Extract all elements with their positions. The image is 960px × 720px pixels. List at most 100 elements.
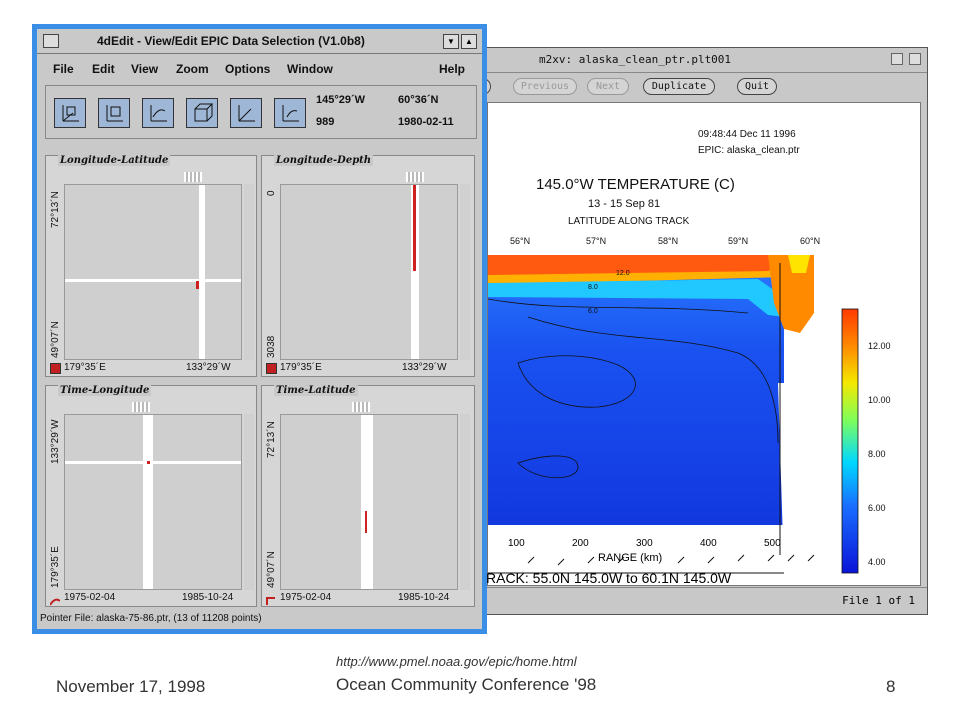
plot-epic-file: EPIC: alaska_clean.ptr <box>698 145 800 156</box>
time-band <box>361 415 373 589</box>
readout-date: 1980-02-11 <box>398 116 454 128</box>
time-curve-icon[interactable] <box>266 593 276 605</box>
menu-window[interactable]: Window <box>287 62 333 76</box>
readout-latitude: 60°36´N <box>398 94 439 106</box>
reset-zoom-icon[interactable] <box>50 363 61 374</box>
longitude-latitude-panel: Longitude-Latitude 72°13´N 49°07´N 179°3… <box>45 155 257 377</box>
y-axis-bottom: 3038 <box>266 335 277 358</box>
m2xv-title: m2xv: alaska_clean_ptr.plt001 <box>539 53 732 66</box>
range-tick: 200 <box>572 538 589 549</box>
time-longitude-plot[interactable] <box>64 414 242 590</box>
quit-button[interactable]: Quit <box>737 78 777 95</box>
top-tick: 58°N <box>658 236 678 246</box>
range-tick: 300 <box>636 538 653 549</box>
range-axis-label: RANGE (km) <box>598 552 663 564</box>
y-axis-top: 0 <box>266 190 277 196</box>
m2xv-status-bar: File 1 of 1 <box>479 587 927 614</box>
time-curve-icon[interactable] <box>49 593 61 606</box>
y-axis-top: 133°29´W <box>50 419 61 464</box>
longitude-band <box>199 185 205 359</box>
selected-points <box>196 281 199 289</box>
colorbar-tick: 8.00 <box>868 449 886 459</box>
conference-name: Ocean Community Conference '98 <box>336 675 597 694</box>
epic-url[interactable]: http://www.pmel.noaa.gov/epic/home.html <box>336 654 577 669</box>
longitude-band <box>65 461 241 464</box>
xyz-axes-icon[interactable] <box>54 98 86 128</box>
longitude-depth-panel: Longitude-Depth 0 3038 179°35´E 133°29´W <box>261 155 475 377</box>
menu-file[interactable]: File <box>53 62 74 76</box>
menu-options[interactable]: Options <box>225 62 270 76</box>
previous-button[interactable]: Previous <box>513 78 577 95</box>
file-count: File 1 of 1 <box>842 594 915 607</box>
pointer-file-status: Pointer File: alaska-75-86.ptr, (13 of 1… <box>40 613 262 624</box>
maximize-icon[interactable]: ▲ <box>461 34 477 49</box>
m2xv-title-bar[interactable]: m2xv: alaska_clean_ptr.plt001 <box>479 48 927 73</box>
contour-label: 12.0 <box>616 270 630 277</box>
t-curve-icon[interactable] <box>274 98 306 128</box>
menu-help[interactable]: Help <box>439 62 465 76</box>
y-axis-bottom: 49°07´N <box>266 551 277 588</box>
4dedit-window: 4dEdit - View/Edit EPIC Data Selection (… <box>37 29 482 629</box>
selected-points <box>365 511 367 533</box>
plot-timestamp: 09:48:44 Dec 11 1996 <box>698 129 796 140</box>
plot-dates: 13 - 15 Sep 81 <box>588 198 660 210</box>
next-button[interactable]: Next <box>587 78 629 95</box>
xz-curve-icon[interactable] <box>142 98 174 128</box>
toolbar: 145°29´W 60°36´N 989 1980-02-11 <box>45 85 477 139</box>
time-band <box>143 415 153 589</box>
menu-zoom[interactable]: Zoom <box>176 62 209 76</box>
y-axis-bottom: 179°35´E <box>50 546 61 588</box>
colorbar-tick: 12.00 <box>868 341 891 351</box>
panel-title: Time-Latitude <box>274 385 358 396</box>
depth-histogram <box>460 184 470 360</box>
time-latitude-plot[interactable] <box>280 414 458 590</box>
m2xv-window: m2xv: alaska_clean_ptr.plt001 Previous N… <box>477 47 928 615</box>
temperature-section-svg: 09:48:44 Dec 11 1996 EPIC: alaska_clean.… <box>488 129 891 574</box>
window-menu-icon[interactable] <box>43 34 59 48</box>
x-axis-right: 1985-10-24 <box>398 592 450 603</box>
longitude-depth-plot[interactable] <box>280 184 458 360</box>
panel-title: Longitude-Depth <box>274 155 374 166</box>
maximize-button[interactable] <box>909 53 921 65</box>
top-tick: 60°N <box>800 236 820 246</box>
contour-label: 6.0 <box>588 308 598 315</box>
panel-title: Time-Longitude <box>58 385 152 396</box>
track-label: RACK: 55.0N 145.0W to 60.1N 145.0W <box>486 570 732 586</box>
latitude-histogram <box>244 184 254 360</box>
colorbar-tick: 6.00 <box>868 503 886 513</box>
x-axis-left: 1975-02-04 <box>64 592 116 603</box>
colorbar-tick: 10.00 <box>868 395 891 405</box>
temperature-section-plot: 09:48:44 Dec 11 1996 EPIC: alaska_clean.… <box>487 102 921 586</box>
y-axis-top: 72°13´N <box>266 421 277 458</box>
range-tick: 500 <box>764 538 781 549</box>
time-histogram <box>352 402 370 412</box>
contour-label: 8.0 <box>588 284 598 291</box>
top-axis-label: LATITUDE ALONG TRACK <box>568 216 690 227</box>
y-axis-bottom: 49°07´N <box>50 321 61 358</box>
range-tick: 100 <box>508 538 525 549</box>
menu-view[interactable]: View <box>131 62 158 76</box>
readout-longitude: 145°29´W <box>316 94 366 106</box>
reset-zoom-icon[interactable] <box>266 363 277 374</box>
minimize-button[interactable] <box>891 53 903 65</box>
cube-icon[interactable] <box>186 98 218 128</box>
page-number: 8 <box>886 677 896 696</box>
menu-edit[interactable]: Edit <box>92 62 115 76</box>
top-tick: 57°N <box>586 236 606 246</box>
colorbar <box>841 308 859 574</box>
duplicate-button[interactable]: Duplicate <box>643 78 715 95</box>
xy-plane-icon[interactable] <box>98 98 130 128</box>
tz-axes-icon[interactable] <box>230 98 262 128</box>
panel-title: Longitude-Latitude <box>58 155 171 166</box>
longitude-latitude-plot[interactable] <box>64 184 242 360</box>
latitude-histogram <box>460 414 470 590</box>
menu-bar: File Edit View Zoom Options Window Help <box>37 57 482 81</box>
4dedit-title-bar[interactable]: 4dEdit - View/Edit EPIC Data Selection (… <box>37 29 482 54</box>
4dedit-title: 4dEdit - View/Edit EPIC Data Selection (… <box>97 34 365 48</box>
time-histogram <box>132 402 150 412</box>
latitude-band <box>65 279 241 282</box>
time-latitude-panel: Time-Latitude 72°13´N 49°07´N 1975-02-04… <box>261 385 475 607</box>
4dedit-window-frame: 4dEdit - View/Edit EPIC Data Selection (… <box>32 24 487 634</box>
range-tick: 400 <box>700 538 717 549</box>
minimize-icon[interactable]: ▼ <box>443 34 459 49</box>
